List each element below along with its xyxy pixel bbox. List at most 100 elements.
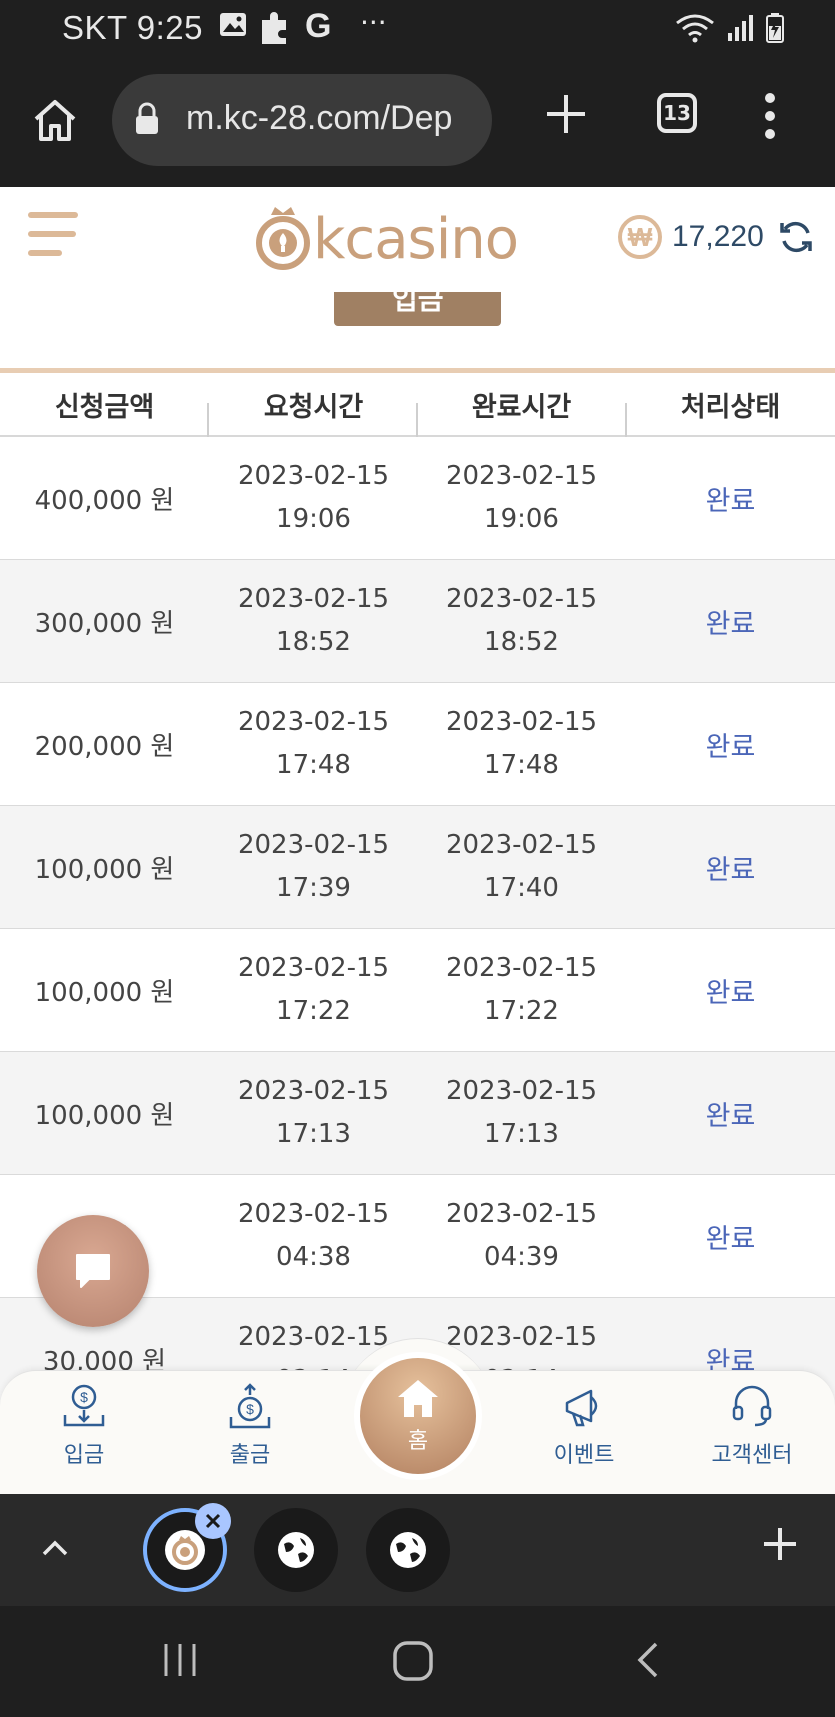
request-date: 2023-02-15 [237, 707, 390, 737]
status-cell: 완료 [705, 731, 756, 763]
site-header: kcasino ₩ 17,220 [0, 187, 835, 292]
amount-cell: 100,000 원 [34, 1100, 175, 1131]
nav-event[interactable]: 이벤트 [524, 1383, 644, 1469]
house-icon [398, 1380, 438, 1417]
nav-withdraw[interactable]: $ 출금 [190, 1383, 310, 1469]
complete-date: 2023-02-15 [445, 953, 598, 983]
request-time-cell: 2023-02-15 04:38 [209, 1175, 418, 1297]
header-amount: 신청금액 [54, 392, 155, 423]
request-time-cell: 2023-02-15 17:22 [209, 929, 418, 1051]
table-row: 200,000 원 2023-02-15 17:48 2023-02-15 17:4… [0, 683, 835, 806]
home-nav-icon[interactable] [392, 1640, 434, 1682]
site-logo[interactable]: kcasino [255, 205, 535, 275]
table-header: 신청금액 요청시간 완료시간 처리상태 [0, 373, 835, 437]
megaphone-icon [565, 1389, 598, 1427]
more-notifications-icon: ··· [360, 6, 387, 39]
tab-switcher-button[interactable]: 13 [657, 93, 697, 133]
status-bar: SKT 9:25 G ··· [0, 0, 835, 57]
image-icon [220, 13, 246, 36]
puzzle-icon [262, 12, 286, 44]
chat-icon [76, 1254, 110, 1288]
request-clock: 19:06 [276, 504, 351, 534]
complete-time-cell: 2023-02-15 19:06 [417, 437, 626, 559]
header-divider [625, 403, 627, 437]
headset-icon [732, 1385, 772, 1427]
nav-deposit[interactable]: $ 입금 [24, 1383, 144, 1469]
browser-toolbar: m.kc-28.com/Dep 13 [0, 57, 835, 187]
request-time-cell: 2023-02-15 19:06 [209, 437, 418, 559]
battery-icon [766, 13, 784, 43]
request-date: 2023-02-15 [237, 584, 390, 614]
amount-cell: 300,000 원 [34, 608, 175, 639]
lock-icon [136, 102, 158, 134]
back-icon[interactable] [632, 1640, 662, 1680]
complete-time-cell: 2023-02-15 17:13 [417, 1052, 626, 1174]
amount-cell: 100,000 원 [34, 854, 175, 885]
complete-time-cell: 2023-02-15 18:52 [417, 560, 626, 682]
nav-deposit-label: 입금 [63, 1443, 105, 1468]
status-cell: 완료 [705, 608, 756, 640]
complete-clock: 17:13 [484, 1119, 559, 1149]
complete-clock: 17:40 [484, 873, 559, 903]
request-clock: 04:38 [276, 1242, 351, 1272]
nav-event-label: 이벤트 [553, 1443, 615, 1468]
balance-display: ₩ 17,220 [618, 215, 814, 259]
table-row: 100,000 원 2023-02-15 17:13 2023-02-15 17:1… [0, 1052, 835, 1175]
request-date: 2023-02-15 [237, 1076, 390, 1106]
url-text: m.kc-28.com/Dep [186, 99, 453, 137]
chevron-up-icon[interactable] [40, 1534, 70, 1564]
chat-button[interactable] [37, 1215, 149, 1327]
plus-icon[interactable] [543, 91, 589, 137]
complete-date: 2023-02-15 [445, 1076, 598, 1106]
close-icon[interactable] [195, 1503, 231, 1539]
deposit-apply-label: 입금 [392, 292, 444, 316]
svg-text:$: $ [80, 1389, 88, 1405]
complete-date: 2023-02-15 [445, 830, 598, 860]
balance-amount: 17,220 [672, 220, 764, 253]
nav-withdraw-label: 출금 [229, 1443, 271, 1468]
deposit-apply-button[interactable]: 입금 [334, 292, 501, 326]
home-icon[interactable] [30, 95, 80, 145]
status-cell: 완료 [705, 1223, 756, 1255]
tab-thumbnail[interactable] [366, 1508, 450, 1592]
refresh-icon[interactable] [778, 219, 814, 255]
svg-text:$: $ [246, 1401, 254, 1417]
wifi-icon [676, 14, 714, 43]
address-bar[interactable]: m.kc-28.com/Dep [112, 74, 492, 166]
complete-date: 2023-02-15 [445, 1199, 598, 1229]
request-date: 2023-02-15 [237, 953, 390, 983]
complete-clock: 17:48 [484, 750, 559, 780]
more-vert-icon[interactable] [760, 92, 780, 140]
complete-clock: 19:06 [484, 504, 559, 534]
brand-name: kcasino [313, 207, 519, 272]
request-time-cell: 2023-02-15 17:48 [209, 683, 418, 805]
hamburger-icon[interactable] [28, 212, 80, 264]
google-icon: G [305, 7, 332, 45]
request-time-cell: 2023-02-15 18:52 [209, 560, 418, 682]
globe-icon [278, 1532, 314, 1568]
system-navigation-bar [0, 1606, 835, 1717]
request-clock: 18:52 [276, 627, 351, 657]
complete-date: 2023-02-15 [445, 584, 598, 614]
browser-tab-strip [0, 1494, 835, 1606]
tab-thumbnail[interactable] [254, 1508, 338, 1592]
nav-home[interactable]: 홈 [354, 1352, 482, 1480]
complete-date: 2023-02-15 [445, 461, 598, 491]
request-clock: 17:13 [276, 1119, 351, 1149]
status-cell: 완료 [705, 854, 756, 886]
request-clock: 17:48 [276, 750, 351, 780]
header-divider [207, 403, 209, 437]
complete-time-cell: 2023-02-15 17:40 [417, 806, 626, 928]
add-tab-icon[interactable] [760, 1524, 800, 1564]
status-cell: 완료 [705, 1100, 756, 1132]
nav-support[interactable]: 고객센터 [692, 1383, 812, 1469]
recent-apps-icon[interactable] [160, 1640, 200, 1680]
amount-cell: 100,000 원 [34, 977, 175, 1008]
table-row: 400,000 원 2023-02-15 19:06 2023-02-15 19:0… [0, 437, 835, 560]
table-row: 100,000 원 2023-02-15 17:22 2023-02-15 17:2… [0, 929, 835, 1052]
amount-cell: 200,000 원 [34, 731, 175, 762]
status-time: SKT 9:25 [62, 9, 203, 46]
request-time-cell: 2023-02-15 17:39 [209, 806, 418, 928]
request-date: 2023-02-15 [237, 461, 390, 491]
amount-cell: 400,000 원 [34, 485, 175, 516]
